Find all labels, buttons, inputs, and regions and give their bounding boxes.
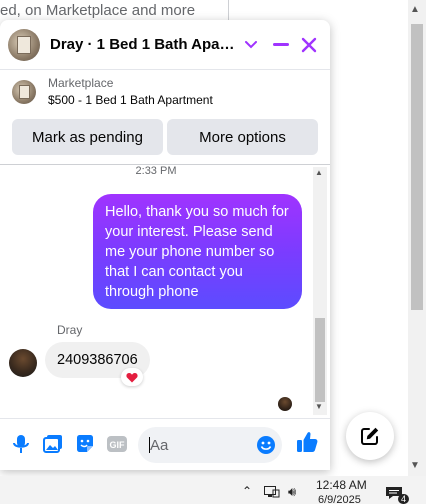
clock-date[interactable]: 6/9/2025 [318, 494, 361, 504]
chat-scroll-up-arrow[interactable]: ▲ [315, 168, 323, 177]
chevron-down-icon[interactable] [238, 32, 264, 58]
listing-source: Marketplace [48, 76, 114, 90]
clock-time[interactable]: 12:48 AM [316, 478, 367, 492]
chat-window: Dray · 1 Bed 1 Bath Apartm... Marketplac… [0, 20, 330, 470]
close-icon[interactable] [296, 32, 322, 58]
chat-title[interactable]: Dray · 1 Bed 1 Bath Apartm... [50, 36, 236, 53]
notification-count: 4 [398, 494, 410, 504]
message-composer: GIF [0, 418, 330, 470]
background-text: ed, on Marketplace and more [0, 2, 196, 19]
page-scrollbar-thumb[interactable] [411, 24, 423, 310]
photo-icon[interactable] [42, 433, 64, 455]
network-icon[interactable] [264, 485, 280, 498]
message-list: 2:33 PM Hello, thank you so much for you… [0, 165, 312, 417]
page-scroll-up-arrow[interactable]: ▲ [410, 4, 420, 15]
tray-overflow-chevron-icon[interactable]: ⌃ [242, 484, 252, 498]
listing-thumbnail [12, 80, 36, 104]
emoji-icon[interactable] [256, 435, 276, 455]
background-divider [228, 0, 229, 22]
message-timestamp: 2:33 PM [135, 165, 177, 177]
seen-indicator-avatar [278, 397, 292, 411]
volume-icon[interactable]: 🔊︎ [288, 484, 296, 500]
listing-actions: Mark as pending More options [12, 119, 318, 155]
sticker-icon[interactable] [74, 433, 96, 455]
new-message-icon [361, 427, 379, 445]
chat-header: Dray · 1 Bed 1 Bath Apartm... [0, 20, 330, 70]
page-scroll-down-arrow[interactable]: ▼ [410, 460, 420, 471]
sender-avatar[interactable] [9, 349, 37, 377]
conversation-avatar[interactable] [8, 28, 40, 61]
minimize-icon[interactable] [268, 32, 294, 58]
message-input[interactable] [150, 435, 254, 455]
chat-scrollbar-thumb[interactable] [315, 318, 325, 402]
taskbar: ⌃ 🔊︎ 12:48 AM 6/9/2025 4 [0, 476, 426, 504]
listing-name: $500 - 1 Bed 1 Bath Apartment [48, 93, 213, 107]
new-message-button[interactable] [346, 412, 394, 460]
sender-name: Dray [57, 323, 83, 337]
gif-icon[interactable]: GIF [106, 433, 128, 455]
more-options-button[interactable]: More options [167, 119, 318, 155]
chat-scroll-down-arrow[interactable]: ▼ [315, 402, 323, 411]
heart-reaction-icon[interactable] [121, 368, 143, 386]
listing-info[interactable]: Marketplace $500 - 1 Bed 1 Bath Apartmen… [0, 70, 330, 114]
listing-text: Marketplace $500 - 1 Bed 1 Bath Apartmen… [48, 75, 213, 109]
microphone-icon[interactable] [10, 433, 32, 455]
svg-text:GIF: GIF [110, 440, 126, 450]
thumbs-up-icon[interactable] [294, 429, 320, 455]
mark-as-pending-button[interactable]: Mark as pending [12, 119, 163, 155]
sent-message-bubble[interactable]: Hello, thank you so much for your intere… [93, 194, 302, 309]
message-input-wrapper [138, 427, 282, 463]
